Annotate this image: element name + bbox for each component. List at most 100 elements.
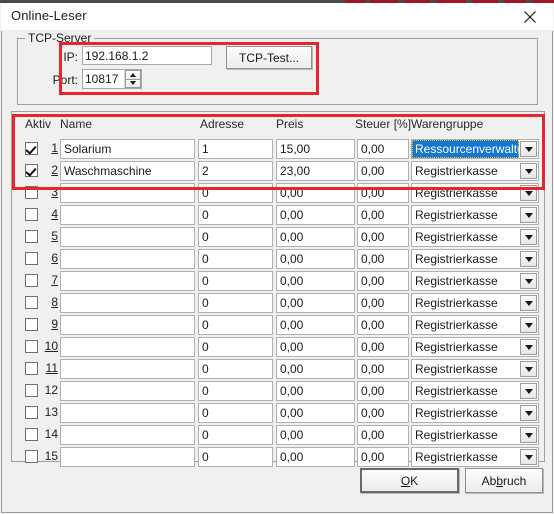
row-warengruppe-combobox[interactable]: Ressourcenverwaltung bbox=[411, 139, 539, 159]
row-active-checkbox[interactable] bbox=[25, 318, 38, 331]
row-preis-input[interactable]: 0,00 bbox=[276, 381, 355, 401]
row-name-input[interactable] bbox=[60, 227, 195, 247]
row-active-checkbox[interactable] bbox=[25, 142, 38, 155]
table-row[interactable]: 1Solarium115,000,00Ressourcenverwaltung bbox=[12, 138, 546, 160]
port-spin-buttons[interactable] bbox=[124, 70, 141, 88]
row-steuer-input[interactable]: 0,00 bbox=[357, 447, 409, 467]
row-preis-input[interactable]: 0,00 bbox=[276, 249, 355, 269]
table-row[interactable]: 15 0 0,00 0,00 Registrierkasse bbox=[12, 446, 546, 468]
row-adresse-input[interactable]: 0 bbox=[198, 359, 273, 379]
row-warengruppe-combobox[interactable]: Registrierkasse bbox=[411, 271, 539, 291]
row-name-input[interactable] bbox=[60, 381, 195, 401]
row-steuer-input[interactable]: 0,00 bbox=[357, 381, 409, 401]
row-adresse-input[interactable]: 0 bbox=[198, 293, 273, 313]
row-adresse-input[interactable]: 0 bbox=[198, 249, 273, 269]
row-name-input[interactable] bbox=[60, 271, 195, 291]
row-warengruppe-combobox[interactable]: Registrierkasse bbox=[411, 249, 539, 269]
row-warengruppe-combobox[interactable]: Registrierkasse bbox=[411, 315, 539, 335]
row-preis-input[interactable]: 0,00 bbox=[276, 205, 355, 225]
row-name-input[interactable] bbox=[60, 403, 195, 423]
chevron-down-icon[interactable] bbox=[520, 251, 537, 267]
table-row[interactable]: 13 0 0,00 0,00 Registrierkasse bbox=[12, 402, 546, 424]
row-active-checkbox[interactable] bbox=[25, 230, 38, 243]
row-adresse-input[interactable]: 0 bbox=[198, 183, 273, 203]
cancel-button[interactable]: Ab b ruch bbox=[465, 468, 543, 493]
table-row[interactable]: 2 Waschmaschine 2 23,00 0,00 Registrierkasse bbox=[12, 160, 546, 182]
row-preis-input[interactable]: 15,00 bbox=[276, 139, 355, 159]
row-warengruppe-combobox[interactable]: Registrierkasse bbox=[411, 403, 539, 423]
row-preis-input[interactable]: 0,00 bbox=[276, 293, 355, 313]
table-row[interactable]: 3 0 0,00 0,00 Registrierkasse bbox=[12, 182, 546, 204]
row-warengruppe-combobox[interactable]: Registrierkasse bbox=[411, 293, 539, 313]
row-adresse-input[interactable]: 0 bbox=[198, 425, 273, 445]
row-active-checkbox[interactable] bbox=[25, 164, 38, 177]
row-active-checkbox[interactable] bbox=[25, 384, 38, 397]
ok-button[interactable]: OK bbox=[360, 468, 459, 493]
row-steuer-input[interactable]: 0,00 bbox=[357, 183, 409, 203]
row-steuer-input[interactable]: 0,00 bbox=[357, 249, 409, 269]
chevron-down-icon[interactable] bbox=[520, 339, 537, 355]
row-active-checkbox[interactable] bbox=[25, 340, 38, 353]
table-row[interactable]: 11 0 0,00 0,00 Registrierkasse bbox=[12, 358, 546, 380]
row-warengruppe-combobox[interactable]: Registrierkasse bbox=[411, 337, 539, 357]
table-row[interactable]: 4 0 0,00 0,00 Registrierkasse bbox=[12, 204, 546, 226]
spin-down-icon[interactable] bbox=[125, 78, 141, 88]
row-warengruppe-combobox[interactable]: Registrierkasse bbox=[411, 425, 539, 445]
row-adresse-input[interactable]: 2 bbox=[198, 161, 273, 181]
row-preis-input[interactable]: 0,00 bbox=[276, 359, 355, 379]
row-name-input[interactable] bbox=[60, 337, 195, 357]
row-steuer-input[interactable]: 0,00 bbox=[357, 337, 409, 357]
row-adresse-input[interactable]: 0 bbox=[198, 337, 273, 357]
table-row[interactable]: 7 0 0,00 0,00 Registrierkasse bbox=[12, 270, 546, 292]
port-input[interactable]: 10817 bbox=[83, 70, 124, 88]
chevron-down-icon[interactable] bbox=[520, 163, 537, 179]
row-name-input[interactable]: Waschmaschine bbox=[60, 161, 195, 181]
row-name-input[interactable] bbox=[60, 425, 195, 445]
port-spinner[interactable]: 10817 bbox=[82, 69, 142, 89]
table-row[interactable]: 12 0 0,00 0,00 Registrierkasse bbox=[12, 380, 546, 402]
row-steuer-input[interactable]: 0,00 bbox=[357, 227, 409, 247]
row-preis-input[interactable]: 0,00 bbox=[276, 227, 355, 247]
row-preis-input[interactable]: 0,00 bbox=[276, 315, 355, 335]
row-name-input[interactable] bbox=[60, 447, 195, 467]
row-steuer-input[interactable]: 0,00 bbox=[357, 293, 409, 313]
chevron-down-icon[interactable] bbox=[520, 427, 537, 443]
chevron-down-icon[interactable] bbox=[520, 141, 537, 157]
row-warengruppe-combobox[interactable]: Registrierkasse bbox=[411, 205, 539, 225]
row-adresse-input[interactable]: 0 bbox=[198, 205, 273, 225]
row-preis-input[interactable]: 0,00 bbox=[276, 337, 355, 357]
chevron-down-icon[interactable] bbox=[520, 383, 537, 399]
row-active-checkbox[interactable] bbox=[25, 296, 38, 309]
row-steuer-input[interactable]: 0,00 bbox=[357, 403, 409, 423]
chevron-down-icon[interactable] bbox=[520, 295, 537, 311]
row-warengruppe-combobox[interactable]: Registrierkasse bbox=[411, 447, 539, 467]
chevron-down-icon[interactable] bbox=[520, 361, 537, 377]
row-steuer-input[interactable]: 0,00 bbox=[357, 359, 409, 379]
tcp-test-button[interactable]: TCP-Test... bbox=[226, 46, 312, 69]
row-active-checkbox[interactable] bbox=[25, 208, 38, 221]
chevron-down-icon[interactable] bbox=[520, 207, 537, 223]
row-adresse-input[interactable]: 0 bbox=[198, 403, 273, 423]
row-active-checkbox[interactable] bbox=[25, 274, 38, 287]
row-warengruppe-combobox[interactable]: Registrierkasse bbox=[411, 227, 539, 247]
row-adresse-input[interactable]: 0 bbox=[198, 381, 273, 401]
row-steuer-input[interactable]: 0,00 bbox=[357, 139, 409, 159]
row-preis-input[interactable]: 0,00 bbox=[276, 403, 355, 423]
row-preis-input[interactable]: 0,00 bbox=[276, 425, 355, 445]
row-warengruppe-combobox[interactable]: Registrierkasse bbox=[411, 381, 539, 401]
row-active-checkbox[interactable] bbox=[25, 428, 38, 441]
row-steuer-input[interactable]: 0,00 bbox=[357, 205, 409, 225]
table-row[interactable]: 9 0 0,00 0,00 Registrierkasse bbox=[12, 314, 546, 336]
row-active-checkbox[interactable] bbox=[25, 406, 38, 419]
table-row[interactable]: 14 0 0,00 0,00 Registrierkasse bbox=[12, 424, 546, 446]
row-name-input[interactable] bbox=[60, 359, 195, 379]
chevron-down-icon[interactable] bbox=[520, 185, 537, 201]
row-steuer-input[interactable]: 0,00 bbox=[357, 161, 409, 181]
chevron-down-icon[interactable] bbox=[520, 229, 537, 245]
row-adresse-input[interactable]: 0 bbox=[198, 315, 273, 335]
table-row[interactable]: 5 0 0,00 0,00 Registrierkasse bbox=[12, 226, 546, 248]
table-row[interactable]: 8 0 0,00 0,00 Registrierkasse bbox=[12, 292, 546, 314]
row-name-input[interactable] bbox=[60, 183, 195, 203]
row-steuer-input[interactable]: 0,00 bbox=[357, 271, 409, 291]
row-active-checkbox[interactable] bbox=[25, 362, 38, 375]
